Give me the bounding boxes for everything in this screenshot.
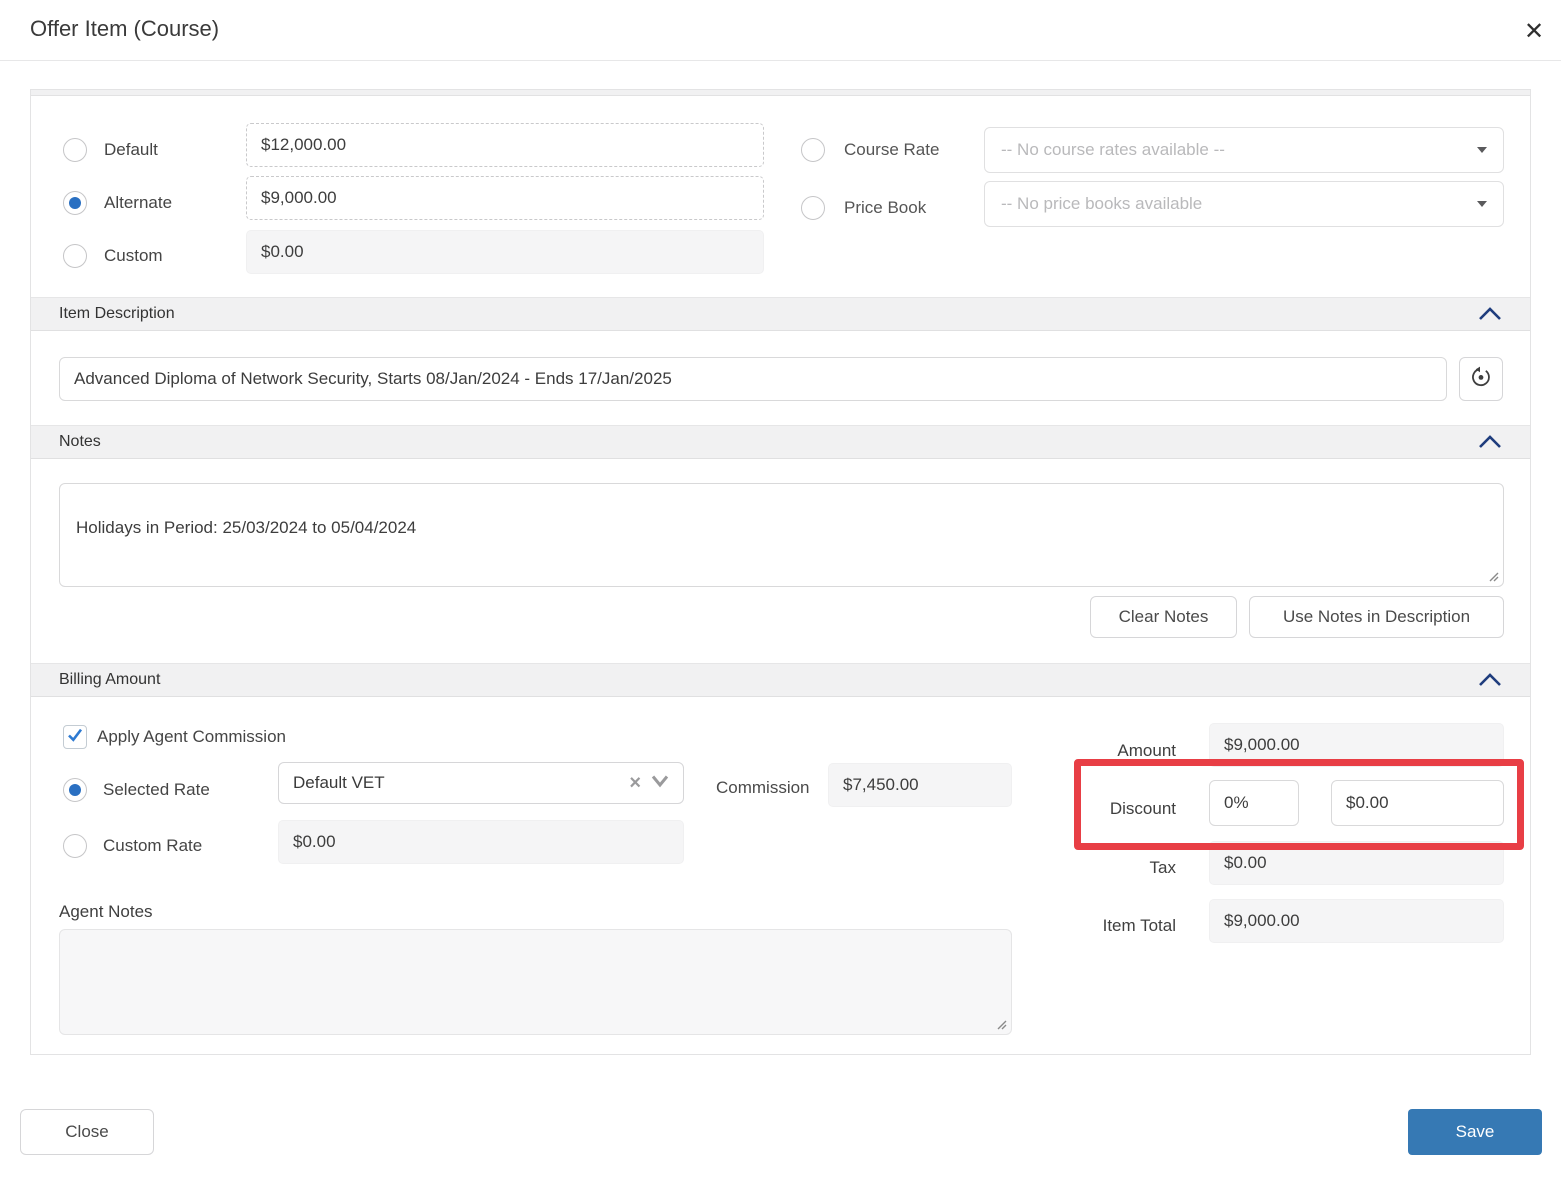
- amount-label: Amount: [976, 740, 1176, 762]
- custom-commission-rate-radio[interactable]: [63, 834, 87, 858]
- apply-agent-commission-checkbox[interactable]: [63, 725, 87, 749]
- custom-rate-radio[interactable]: [63, 244, 87, 268]
- default-rate-label: Default: [104, 138, 158, 162]
- restore-icon: [1469, 365, 1493, 394]
- course-rate-dropdown[interactable]: -- No course rates available --: [984, 127, 1504, 173]
- notes-section-title: Notes: [59, 433, 101, 451]
- alternate-price-input[interactable]: [246, 176, 764, 220]
- discount-amount-input[interactable]: [1331, 780, 1504, 826]
- collapse-chevron-up-icon[interactable]: [1478, 306, 1502, 322]
- resize-handle[interactable]: [1486, 569, 1500, 583]
- billing-amount-section-title: Billing Amount: [59, 671, 160, 689]
- tax-input: [1209, 841, 1504, 885]
- item-total-label: Item Total: [976, 915, 1176, 937]
- clear-selection-icon[interactable]: ×: [629, 772, 641, 795]
- selected-rate-radio[interactable]: [63, 778, 87, 802]
- offer-item-form-panel: Default Alternate Custom Course Rate -- …: [30, 89, 1531, 1055]
- custom-commission-rate-label: Custom Rate: [103, 834, 202, 858]
- discount-percent-input[interactable]: [1209, 780, 1299, 826]
- agent-notes-label: Agent Notes: [59, 900, 153, 924]
- use-notes-in-description-button[interactable]: Use Notes in Description: [1249, 596, 1504, 638]
- collapsed-section-edge: [31, 90, 1530, 96]
- collapse-chevron-up-icon[interactable]: [1478, 672, 1502, 688]
- agent-notes-textarea[interactable]: [59, 929, 1012, 1035]
- amount-input: [1209, 723, 1504, 767]
- agent-rate-value: Default VET: [293, 773, 629, 793]
- tax-label: Tax: [976, 857, 1176, 879]
- item-total-input: [1209, 899, 1504, 943]
- billing-amount-section-header: Billing Amount: [31, 663, 1530, 697]
- notes-section-header: Notes: [31, 425, 1530, 459]
- discount-label: Discount: [976, 798, 1176, 820]
- commission-label: Commission: [716, 776, 810, 800]
- course-rate-radio[interactable]: [801, 138, 825, 162]
- price-book-radio[interactable]: [801, 196, 825, 220]
- apply-agent-commission-label: Apply Agent Commission: [97, 725, 286, 749]
- item-description-section-title: Item Description: [59, 305, 175, 323]
- chevron-down-icon: [1477, 147, 1487, 153]
- checkmark-icon: [66, 726, 84, 749]
- custom-price-input: [246, 230, 764, 274]
- clear-notes-button[interactable]: Clear Notes: [1090, 596, 1237, 638]
- selected-rate-label: Selected Rate: [103, 778, 210, 802]
- dialog-header: Offer Item (Course) ✕: [0, 0, 1561, 61]
- default-rate-radio[interactable]: [63, 138, 87, 162]
- close-icon[interactable]: ✕: [1512, 10, 1556, 52]
- custom-commission-rate-input: [278, 820, 684, 864]
- restore-description-button[interactable]: [1459, 357, 1503, 401]
- alternate-rate-label: Alternate: [104, 191, 172, 215]
- notes-textarea[interactable]: Holidays in Period: 25/03/2024 to 05/04/…: [59, 483, 1504, 587]
- resize-handle[interactable]: [994, 1017, 1008, 1031]
- item-description-section-header: Item Description: [31, 297, 1530, 331]
- close-button[interactable]: Close: [20, 1109, 154, 1155]
- collapse-chevron-up-icon[interactable]: [1478, 434, 1502, 450]
- dialog-title: Offer Item (Course): [30, 16, 219, 42]
- custom-rate-label: Custom: [104, 244, 163, 268]
- save-button[interactable]: Save: [1408, 1109, 1542, 1155]
- default-price-input[interactable]: [246, 123, 764, 167]
- alternate-rate-radio[interactable]: [63, 191, 87, 215]
- price-book-label: Price Book: [844, 196, 926, 220]
- chevron-down-icon: [651, 774, 669, 793]
- item-description-input[interactable]: [59, 357, 1447, 401]
- course-rate-label: Course Rate: [844, 138, 939, 162]
- price-book-dropdown[interactable]: -- No price books available: [984, 181, 1504, 227]
- agent-rate-dropdown[interactable]: Default VET ×: [278, 762, 684, 804]
- price-book-placeholder: -- No price books available: [1001, 194, 1477, 214]
- course-rate-placeholder: -- No course rates available --: [1001, 140, 1477, 160]
- chevron-down-icon: [1477, 201, 1487, 207]
